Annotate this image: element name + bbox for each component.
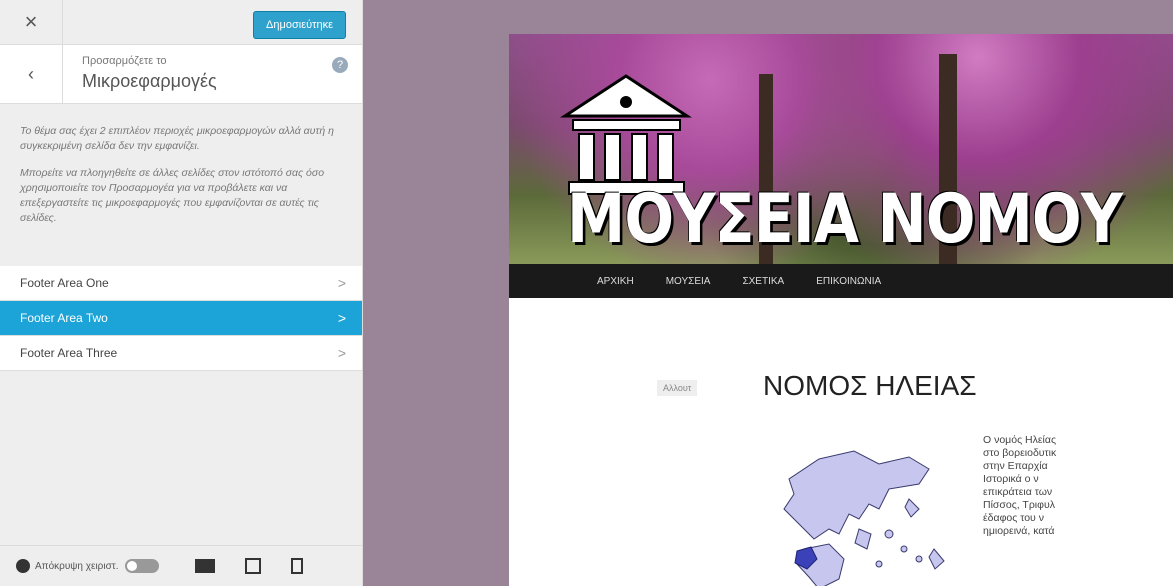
customizer-footer: Απόκρυψη χειριστ. (0, 545, 362, 586)
post-body: Ο νομός Ηλείας στο βορειοδυτικ στην Επαρ… (983, 434, 1173, 538)
description-paragraph: Το θέμα σας έχει 2 επιπλέον περιοχές μικ… (20, 125, 334, 152)
category-badge[interactable]: Αλλουτ (657, 380, 698, 396)
post-title[interactable]: ΝΟΜΟΣ ΗΛΕΙΑΣ (763, 370, 977, 402)
body-line: επικράτεια των (983, 486, 1053, 498)
area-label: Footer Area Two (20, 311, 108, 325)
main-navigation: ΑΡΧΙΚΗ ΜΟΥΣΕΙΑ ΣΧΕΤΙΚΑ ΕΠΙΚΟΙΝΩΝΙΑ (509, 264, 1173, 298)
tablet-preview-icon[interactable] (244, 558, 261, 574)
greece-map-image (783, 450, 945, 586)
collapse-icon (16, 559, 30, 573)
chevron-right-icon: > (337, 345, 346, 361)
chevron-right-icon: > (337, 275, 346, 291)
area-label: Footer Area One (20, 276, 109, 290)
description-paragraph: Μπορείτε να πλοηγηθείτε σε άλλες σελίδες… (20, 167, 325, 224)
body-line: Πίσσος, Τριφυλ (983, 499, 1055, 511)
body-line: Ιστορικά ο ν (983, 473, 1039, 485)
section-header: ‹ Προσαρμόζετε το Μικροεφαρμογές ? (0, 45, 362, 104)
customizer-sidebar: × Δημοσιεύτηκε ‹ Προσαρμόζετε το Μικροεφ… (0, 0, 363, 586)
body-line: ημιορεινά, κατά (983, 525, 1055, 537)
header-image: ΜΟΥΣΕΙΑ ΝΟΜΟΥ (509, 34, 1173, 264)
nav-home[interactable]: ΑΡΧΙΚΗ (597, 276, 634, 287)
section-title: Μικροεφαρμογές (82, 71, 217, 91)
hide-controls-label: Απόκρυψη χειριστ. (35, 560, 119, 572)
body-line: έδαφος του ν (983, 512, 1044, 524)
hide-controls-button[interactable]: Απόκρυψη χειριστ. (16, 559, 159, 573)
area-label: Footer Area Three (20, 346, 118, 360)
section-description: Το θέμα σας έχει 2 επιπλέον περιοχές μικ… (20, 124, 342, 238)
customizing-label: Προσαρμόζετε το (82, 55, 167, 67)
body-line: στο βορειοδυτικ (983, 447, 1057, 459)
toggle-icon (124, 559, 159, 573)
footer-area-three[interactable]: Footer Area Three > (0, 336, 362, 371)
body-line: στην Επαρχία (983, 460, 1048, 472)
nav-about[interactable]: ΣΧΕΤΙΚΑ (742, 276, 784, 287)
nav-contact[interactable]: ΕΠΙΚΟΙΝΩΝΙΑ (816, 276, 881, 287)
site-preview[interactable]: ΜΟΥΣΕΙΑ ΝΟΜΟΥ ΑΡΧΙΚΗ ΜΟΥΣΕΙΑ ΣΧΕΤΙΚΑ ΕΠΙ… (363, 0, 1173, 586)
mobile-preview-icon[interactable] (290, 558, 303, 574)
desktop-preview-icon[interactable] (194, 559, 215, 573)
publish-button[interactable]: Δημοσιεύτηκε (253, 11, 346, 39)
site-page: ΜΟΥΣΕΙΑ ΝΟΜΟΥ ΑΡΧΙΚΗ ΜΟΥΣΕΙΑ ΣΧΕΤΙΚΑ ΕΠΙ… (509, 34, 1173, 586)
site-title[interactable]: ΜΟΥΣΕΙΑ ΝΟΜΟΥ (567, 180, 1123, 259)
footer-area-one[interactable]: Footer Area One > (0, 266, 362, 301)
help-icon[interactable]: ? (332, 57, 348, 73)
back-button[interactable]: ‹ (0, 45, 63, 103)
nav-museums[interactable]: ΜΟΥΣΕΙΑ (666, 276, 711, 287)
body-line: Ο νομός Ηλείας (983, 434, 1057, 446)
close-button[interactable]: × (0, 0, 63, 44)
widget-areas-list: Footer Area One > Footer Area Two > Foot… (0, 266, 362, 371)
customizer-topbar: × Δημοσιεύτηκε (0, 0, 362, 45)
footer-area-two[interactable]: Footer Area Two > (0, 301, 362, 336)
chevron-right-icon: > (337, 310, 346, 326)
